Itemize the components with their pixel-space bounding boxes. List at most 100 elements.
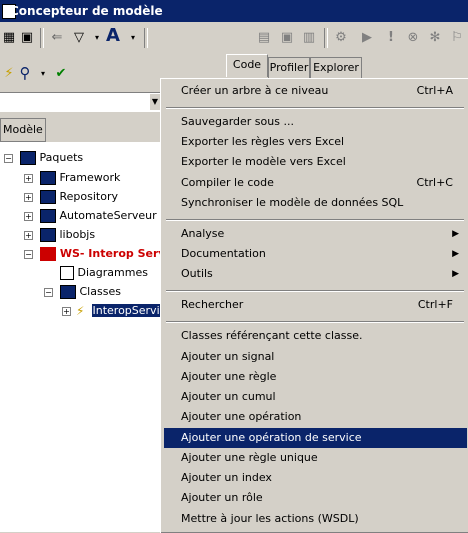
font-dropdown-icon[interactable]: ▾: [124, 28, 142, 46]
menu-item-rechercher[interactable]: Rechercher Ctrl+F: [164, 295, 467, 315]
panel-tab-modele[interactable]: Modèle: [0, 118, 46, 142]
tab-explorer[interactable]: Explorer: [310, 57, 362, 78]
menu-item-outils[interactable]: Outils ▶: [164, 264, 467, 284]
menu-item-sauvegarder[interactable]: Sauvegarder sous ...: [164, 112, 467, 132]
menu-item-label: Sauvegarder sous ...: [181, 115, 294, 128]
package-icon: [20, 151, 36, 165]
tree-node-automateserveur[interactable]: AutomateServeur: [40, 208, 157, 224]
expand-icon[interactable]: +: [24, 231, 33, 240]
filter-icon[interactable]: ▽: [70, 28, 88, 46]
toolbar-separator: [40, 28, 44, 48]
search-icon[interactable]: ⚲: [16, 64, 34, 82]
tree-node-label: Framework: [59, 171, 121, 184]
menu-item-mettre-a-jour-wsdl[interactable]: Mettre à jour les actions (WSDL): [164, 509, 467, 529]
tree-node-label: Classes: [79, 285, 121, 298]
menu-item-shortcut: Ctrl+C: [416, 176, 453, 189]
menu-item-shortcut: Ctrl+F: [417, 298, 453, 311]
tree-node-framework[interactable]: Framework: [40, 170, 120, 186]
toolbar-top: ▦ ▣ ⇐ ▽ ▾ A ▾ ▤ ▣ ▥ ⚙ ▶ ! ⊗ ✻ ⚐: [0, 22, 468, 54]
menu-item-label: Ajouter une opération de service: [181, 431, 362, 444]
tree-node-label: Paquets: [39, 151, 84, 164]
tree-node-label: libobjs: [59, 228, 96, 241]
tree-node-label: Diagrammes: [77, 266, 148, 279]
save-icon[interactable]: ▣: [18, 28, 36, 46]
menu-item-label: Outils: [181, 267, 213, 280]
menu-item-analyse[interactable]: Analyse ▶: [164, 224, 467, 244]
toolbar-separator: [324, 28, 328, 48]
menu-item-creer-arbre[interactable]: Créer un arbre à ce niveau Ctrl+A: [164, 81, 467, 101]
package-icon: [40, 171, 56, 185]
menu-item-documentation[interactable]: Documentation ▶: [164, 244, 467, 264]
collapse-icon[interactable]: −: [4, 154, 13, 163]
expand-icon[interactable]: +: [62, 307, 71, 316]
context-menu: Créer un arbre à ce niveau Ctrl+A Sauveg…: [160, 78, 468, 533]
tree-node-libobjs[interactable]: libobjs: [40, 227, 95, 243]
alert-icon[interactable]: !: [382, 28, 400, 46]
tree-node-repository[interactable]: Repository: [40, 189, 118, 205]
combo-dropdown-icon[interactable]: ▼: [150, 94, 160, 110]
menu-separator: [166, 107, 464, 109]
class-lightning-icon: ⚡: [76, 303, 85, 318]
menu-item-compiler[interactable]: Compiler le code Ctrl+C: [164, 173, 467, 193]
expand-icon[interactable]: +: [24, 212, 33, 221]
menu-separator: [166, 219, 464, 221]
tree-node-root[interactable]: Paquets: [20, 150, 83, 166]
model-tree: − Paquets + Framework + Repository + Aut…: [0, 142, 169, 532]
menu-item-label: Ajouter une règle unique: [181, 451, 318, 464]
menu-item-ajouter-signal[interactable]: Ajouter un signal: [164, 347, 467, 367]
menu-item-label: Classes référençant cette classe.: [181, 329, 363, 342]
run-icon[interactable]: ▶: [358, 28, 376, 46]
menu-item-label: Exporter le modèle vers Excel: [181, 155, 346, 168]
print-icon[interactable]: ▥: [300, 28, 318, 46]
submenu-arrow-icon: ▶: [452, 229, 459, 239]
menu-item-label: Ajouter une opération: [181, 410, 302, 423]
tree-node-classes[interactable]: Classes: [60, 284, 121, 300]
title-bar: Concepteur de modèle: [0, 0, 468, 22]
open-folder-icon[interactable]: ▤: [255, 28, 273, 46]
menu-item-exporter-regles[interactable]: Exporter les règles vers Excel: [164, 132, 467, 152]
tree-node-ws-interop[interactable]: WS- Interop Servi: [40, 246, 169, 262]
menu-item-label: Mettre à jour les actions (WSDL): [181, 512, 359, 525]
stop-icon[interactable]: ⊗: [404, 28, 422, 46]
menu-item-ajouter-operation[interactable]: Ajouter une opération: [164, 407, 467, 427]
submenu-arrow-icon: ▶: [452, 269, 459, 279]
package-icon: [60, 285, 76, 299]
font-icon[interactable]: A: [104, 25, 122, 46]
back-arrow-icon[interactable]: ⇐: [48, 28, 66, 46]
tree-node-label: AutomateServeur: [59, 209, 157, 222]
menu-item-label: Documentation: [181, 247, 266, 260]
tree-node-label: InteropServic: [91, 304, 167, 317]
menu-item-ajouter-regle[interactable]: Ajouter une règle: [164, 367, 467, 387]
toolbar-separator: [144, 28, 148, 48]
menu-item-ajouter-operation-service[interactable]: Ajouter une opération de service: [164, 428, 467, 448]
submenu-arrow-icon: ▶: [452, 249, 459, 259]
tree-node-diagrammes[interactable]: Diagrammes: [60, 265, 148, 281]
collapse-icon[interactable]: −: [44, 288, 53, 297]
disk-icon[interactable]: ▣: [278, 28, 296, 46]
menu-item-ajouter-cumul[interactable]: Ajouter un cumul: [164, 387, 467, 407]
model-combo-box[interactable]: ▼: [0, 92, 160, 112]
search-dropdown-icon[interactable]: ▾: [34, 64, 52, 82]
expand-icon[interactable]: +: [24, 193, 33, 202]
check-icon[interactable]: ✔: [52, 64, 70, 82]
menu-item-label: Exporter les règles vers Excel: [181, 135, 345, 148]
tab-profiler[interactable]: Profiler: [268, 57, 310, 78]
build-icon[interactable]: ⚙: [332, 28, 350, 46]
menu-item-label: Analyse: [181, 227, 225, 240]
menu-item-label: Compiler le code: [181, 176, 274, 189]
grid-icon[interactable]: ▦: [0, 28, 18, 46]
tab-code[interactable]: Code: [226, 54, 268, 77]
menu-item-classes-referencant[interactable]: Classes référençant cette classe.: [164, 326, 467, 346]
menu-item-ajouter-index[interactable]: Ajouter un index: [164, 468, 467, 488]
menu-item-exporter-modele[interactable]: Exporter le modèle vers Excel: [164, 152, 467, 172]
collapse-icon[interactable]: −: [24, 250, 33, 259]
step-icon[interactable]: ⚐: [448, 28, 466, 46]
menu-item-label: Synchroniser le modèle de données SQL: [181, 196, 404, 209]
debug-icon[interactable]: ✻: [426, 28, 444, 46]
menu-item-ajouter-role[interactable]: Ajouter un rôle: [164, 488, 467, 508]
menu-item-synchroniser[interactable]: Synchroniser le modèle de données SQL: [164, 193, 467, 213]
tree-node-interopservice[interactable]: ⚡ InteropServic: [76, 303, 167, 319]
menu-item-label: Ajouter une règle: [181, 370, 277, 383]
expand-icon[interactable]: +: [24, 174, 33, 183]
menu-item-ajouter-regle-unique[interactable]: Ajouter une règle unique: [164, 448, 467, 468]
